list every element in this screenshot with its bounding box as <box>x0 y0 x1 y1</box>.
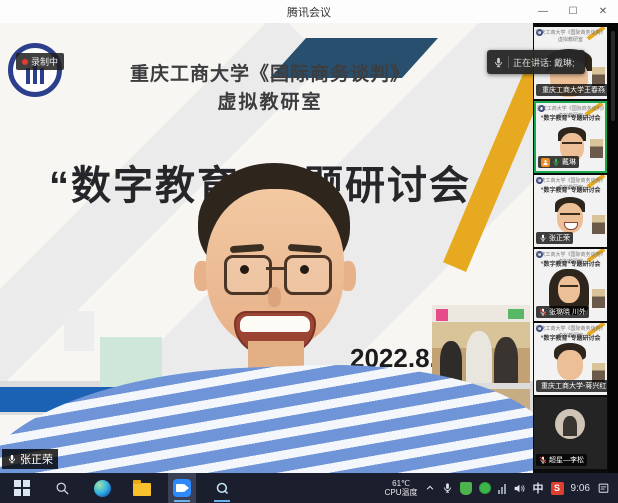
sidebar-scrollbar[interactable] <box>608 23 618 473</box>
mic-muted-icon <box>539 308 547 316</box>
main-speaker-name-tag: 张正荣 <box>2 449 58 469</box>
mic-on-icon <box>539 234 547 242</box>
participant-name: 张璐晓 川外 <box>549 307 586 317</box>
participant-tile[interactable]: 重庆工商大学《国际商务谈判》虚拟教研室 “数字教育”专题研讨会 张璐晓 川外 <box>534 249 607 321</box>
running-indicator <box>174 500 190 502</box>
participants-sidebar: 重庆工商大学《国际商务谈判》虚拟教研室 重庆工商大学王春燕 重庆工商大学《国际商… <box>533 23 608 473</box>
participant-name: 重庆工商大学王春燕 <box>542 85 605 95</box>
host-icon <box>541 158 550 167</box>
hidden-icons-chevron-icon[interactable] <box>425 483 435 493</box>
close-button[interactable]: ✕ <box>588 0 618 23</box>
input-method-indicator[interactable]: 中 <box>533 480 544 496</box>
recording-badge: 录制中 <box>16 53 64 70</box>
participant-name-tag: 张璐晓 川外 <box>536 306 589 318</box>
main-video-tile[interactable]: 录制中 重庆工商大学《国际商务谈判》 虚拟教研室 “数字教育”专题研讨会 202… <box>0 23 533 473</box>
slide-header-line1: 重庆工商大学《国际商务谈判》 <box>60 59 480 86</box>
thumb-photo <box>590 139 603 158</box>
meeting-app-icon <box>173 479 191 497</box>
participant-tile-active-speaker[interactable]: 重庆工商大学《国际商务谈判》虚拟教研室 “数字教育”专题研讨会 戴琳 <box>534 101 607 173</box>
windows-logo-icon <box>14 480 30 496</box>
green-status-icon[interactable] <box>479 482 491 494</box>
participant-tile[interactable]: 重庆工商大学《国际商务谈判》虚拟教研室 “数字教育”专题研讨会 张正荣 <box>534 175 607 247</box>
titlebar: 腾讯会议 — ☐ ✕ <box>0 0 618 24</box>
cpu-temp-label: CPU温度 <box>385 488 418 497</box>
taskbar-edge-button[interactable] <box>88 473 116 503</box>
start-button[interactable] <box>8 473 36 503</box>
recording-label: 录制中 <box>31 55 58 68</box>
participant-name: 超星—李松 <box>549 455 584 465</box>
speaking-toast: 正在讲话: 戴琳; <box>487 50 585 74</box>
network-signal-icon[interactable] <box>498 483 506 494</box>
cpu-temp-value: 61℃ <box>385 479 418 488</box>
participant-name: 张正荣 <box>549 233 570 243</box>
speaking-toast-text: 正在讲话: 戴琳; <box>513 56 575 69</box>
taskbar-explorer-button[interactable] <box>128 473 156 503</box>
meeting-content: 录制中 重庆工商大学《国际商务谈判》 虚拟教研室 “数字教育”专题研讨会 202… <box>0 23 618 473</box>
participant-name-tag: 重庆工商大学-蒋兴红 <box>536 380 607 392</box>
thumb-photo <box>592 215 605 234</box>
slide-mint-block <box>100 337 162 387</box>
mic-active-icon <box>552 158 560 166</box>
thumb-slide-title: “数字教育”专题研讨会 <box>534 185 607 194</box>
windows-taskbar: 61℃ CPU温度 中 S 9:06 <box>0 473 618 503</box>
thumb-slide-title: “数字教育”专题研讨会 <box>534 333 607 342</box>
participant-name: 戴琳 <box>562 157 576 167</box>
edge-icon <box>94 480 111 497</box>
participant-name-tag: 张正荣 <box>536 232 573 244</box>
taskbar-clock[interactable]: 9:06 <box>571 483 590 494</box>
mic-icon <box>493 57 504 68</box>
slide-header-line2: 虚拟教研室 <box>60 87 480 114</box>
slide-pale-block <box>64 311 94 351</box>
slide-blue-band <box>0 387 210 412</box>
maximize-button[interactable]: ☐ <box>558 0 588 23</box>
taskbar-meeting-button[interactable] <box>168 473 196 503</box>
avatar <box>555 409 585 439</box>
q-app-icon <box>215 481 230 496</box>
mic-on-icon <box>7 454 17 464</box>
participant-tile[interactable]: 重庆工商大学《国际商务谈判》虚拟教研室 “数字教育”专题研讨会 重庆工商大学-蒋… <box>534 323 607 395</box>
participant-tile-camera-off[interactable]: 超星—李松 <box>534 397 607 469</box>
mic-on-icon <box>539 86 540 94</box>
scrollbar-thumb[interactable] <box>611 31 615 121</box>
university-logo <box>8 43 62 97</box>
taskbar-apps <box>0 473 236 503</box>
slide-photo-top <box>432 305 530 383</box>
meeting-window: 腾讯会议 — ☐ ✕ 录制中 重庆工商大学《国际商务谈判》 虚拟教研室 “ <box>0 0 618 503</box>
window-controls: — ☐ ✕ <box>528 0 618 23</box>
search-icon <box>55 481 70 496</box>
participant-name-tag: 超星—李松 <box>536 454 587 466</box>
slide-date: 2022.8. <box>350 343 437 374</box>
cpu-temperature: 61℃ CPU温度 <box>385 479 418 497</box>
thumb-slide-header: 重庆工商大学《国际商务谈判》虚拟教研室 <box>534 29 607 43</box>
toast-divider <box>508 56 509 68</box>
system-tray: 61℃ CPU温度 中 S 9:06 <box>385 479 618 497</box>
minimize-button[interactable]: — <box>528 0 558 23</box>
speaker-icon[interactable] <box>513 482 526 495</box>
slide-title: “数字教育”专题研讨会 <box>0 153 520 211</box>
slide-photo-bottom <box>432 389 530 473</box>
window-title: 腾讯会议 <box>0 4 618 20</box>
recording-dot-icon <box>22 59 28 65</box>
participant-name: 重庆工商大学-蒋兴红 <box>541 381 606 391</box>
participant-name-tag: 戴琳 <box>538 156 579 168</box>
antivirus-shield-icon[interactable] <box>460 482 472 495</box>
taskbar-search-button[interactable] <box>48 473 76 503</box>
tray-mic-icon[interactable] <box>442 482 453 494</box>
taskbar-recorder-button[interactable] <box>208 473 236 503</box>
running-indicator <box>214 500 230 502</box>
thumb-slide-title: “数字教育”专题研讨会 <box>534 259 607 268</box>
action-center-icon[interactable] <box>597 482 610 495</box>
thumb-slide-title: “数字教育”专题研讨会 <box>536 113 605 122</box>
main-speaker-name: 张正荣 <box>20 451 53 467</box>
folder-icon <box>133 483 151 496</box>
mic-muted-icon <box>539 456 547 464</box>
participant-name-tag: 重庆工商大学王春燕 <box>536 84 607 96</box>
thumb-photo <box>592 289 605 308</box>
sogou-input-icon[interactable]: S <box>551 482 564 495</box>
